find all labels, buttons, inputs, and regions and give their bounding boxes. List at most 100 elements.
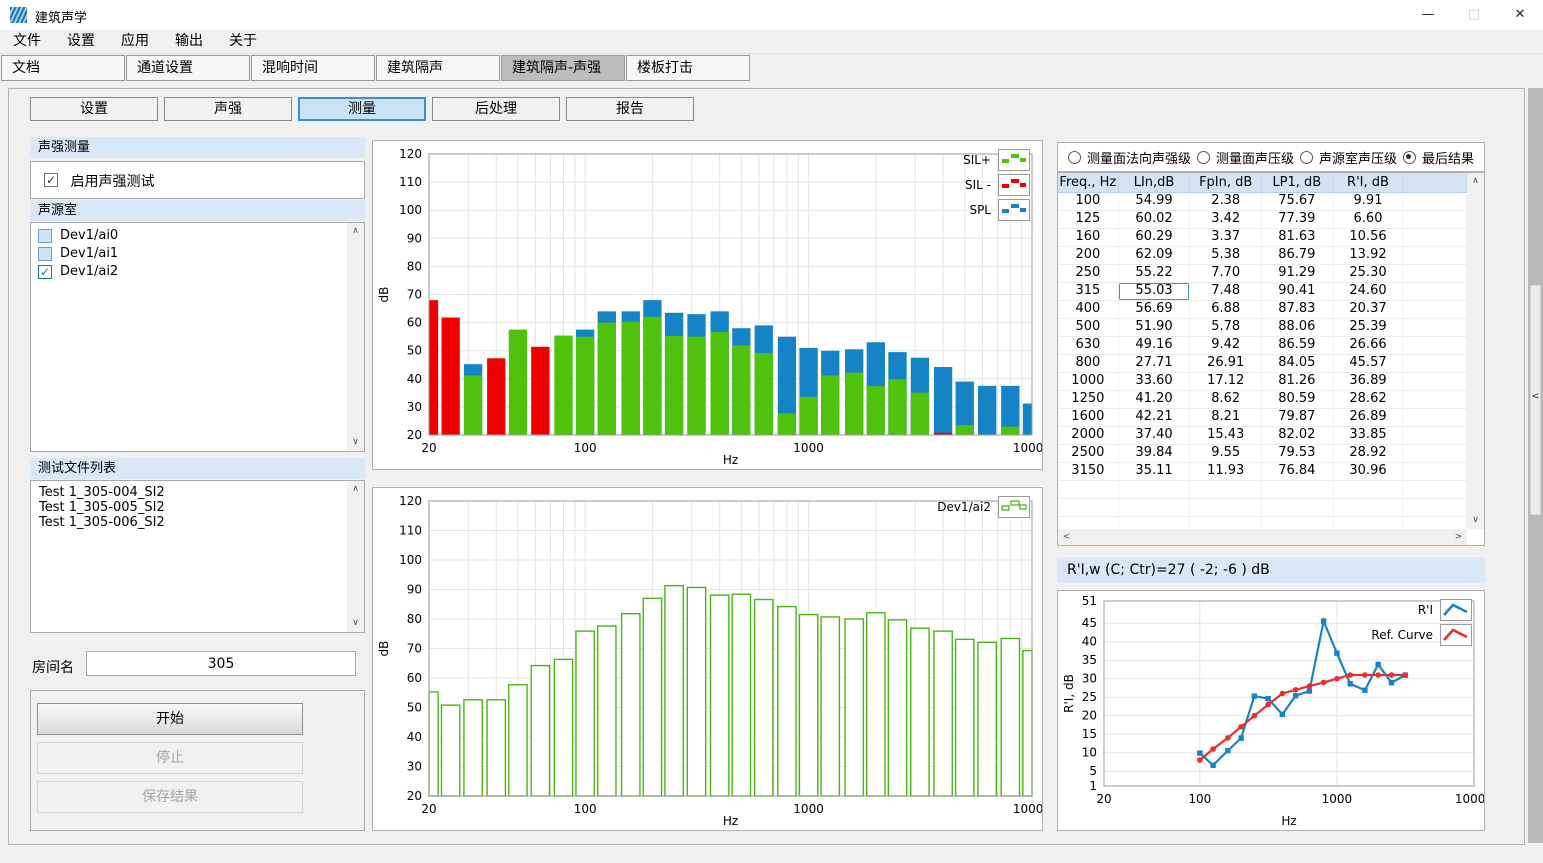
table-cell[interactable]: 3150 — [1058, 463, 1119, 480]
table-cell[interactable]: 42.21 — [1119, 409, 1191, 426]
enable-intensity-checkbox[interactable]: ✓ — [44, 173, 58, 187]
table-cell[interactable] — [1190, 499, 1262, 516]
table-cell[interactable] — [1404, 373, 1467, 390]
table-cell[interactable] — [1119, 517, 1191, 529]
table-cell[interactable]: 26.89 — [1333, 409, 1405, 426]
table-cell[interactable]: 90.41 — [1262, 283, 1333, 300]
radio-icon[interactable] — [1300, 151, 1313, 164]
table-cell[interactable] — [1119, 499, 1191, 516]
table-cell[interactable]: 87.83 — [1262, 301, 1333, 318]
scroll-up-icon[interactable]: ∧ — [1467, 173, 1484, 190]
save-results-button[interactable]: 保存结果 — [37, 781, 303, 813]
table-cell[interactable]: 60.02 — [1119, 211, 1191, 228]
table-cell[interactable] — [1190, 517, 1262, 529]
table-cell[interactable]: 37.40 — [1119, 427, 1191, 444]
right-splitter[interactable]: < — [1528, 88, 1543, 843]
table-cell[interactable]: 11.93 — [1190, 463, 1262, 480]
table-vertical-scrollbar[interactable]: ∧ ∨ — [1467, 173, 1484, 529]
table-cell[interactable]: 800 — [1058, 355, 1119, 372]
table-header-cell[interactable]: FpIn, dB — [1190, 173, 1262, 192]
table-cell[interactable]: 51.90 — [1119, 319, 1191, 336]
main-tab[interactable]: 建筑隔声-声强 — [501, 55, 625, 81]
table-cell[interactable] — [1333, 481, 1405, 498]
table-cell[interactable]: 33.85 — [1333, 427, 1405, 444]
table-cell[interactable]: 24.60 — [1333, 283, 1405, 300]
scroll-up-icon[interactable]: ∧ — [347, 223, 364, 240]
table-cell[interactable]: 62.09 — [1119, 247, 1191, 264]
table-row[interactable] — [1058, 481, 1467, 499]
table-cell[interactable]: 2.38 — [1190, 193, 1262, 210]
table-cell[interactable]: 25.30 — [1333, 265, 1405, 282]
table-row[interactable]: 25055.227.7091.2925.30 — [1058, 265, 1467, 283]
table-cell[interactable] — [1404, 301, 1467, 318]
table-cell[interactable]: 17.12 — [1190, 373, 1262, 390]
table-cell[interactable]: 30.96 — [1333, 463, 1405, 480]
sub-tab[interactable]: 设置 — [30, 97, 158, 121]
radio-option[interactable]: 最后结果 — [1403, 148, 1474, 167]
main-tab[interactable]: 通道设置 — [126, 55, 250, 81]
table-header-cell[interactable]: LIn,dB — [1119, 173, 1191, 192]
sub-tab[interactable]: 测量 — [298, 97, 426, 121]
scroll-down-icon[interactable]: ∨ — [347, 434, 364, 451]
table-cell[interactable]: 8.62 — [1190, 391, 1262, 408]
main-tab[interactable]: 楼板打击 — [626, 55, 750, 81]
table-cell[interactable]: 88.06 — [1262, 319, 1333, 336]
table-cell[interactable]: 33.60 — [1119, 373, 1191, 390]
table-cell[interactable]: 79.87 — [1262, 409, 1333, 426]
sub-tab[interactable]: 后处理 — [432, 97, 560, 121]
table-cell[interactable] — [1119, 481, 1191, 498]
table-cell[interactable] — [1404, 265, 1467, 282]
menu-item-输出[interactable]: 输出 — [162, 30, 216, 52]
table-row[interactable]: 63049.169.4286.5926.66 — [1058, 337, 1467, 355]
scroll-down-icon[interactable]: ∨ — [347, 615, 364, 632]
table-cell[interactable] — [1404, 391, 1467, 408]
table-cell[interactable]: 56.69 — [1119, 301, 1191, 318]
table-cell[interactable]: 82.02 — [1262, 427, 1333, 444]
table-cell[interactable] — [1404, 283, 1467, 300]
table-row[interactable]: 160042.218.2179.8726.89 — [1058, 409, 1467, 427]
table-cell[interactable]: 5.78 — [1190, 319, 1262, 336]
table-cell[interactable] — [1404, 247, 1467, 264]
radio-option[interactable]: 测量面法向声强级 — [1068, 148, 1191, 167]
table-cell[interactable] — [1262, 499, 1333, 516]
table-row[interactable]: 16060.293.3781.6310.56 — [1058, 229, 1467, 247]
table-row[interactable]: 250039.849.5579.5328.92 — [1058, 445, 1467, 463]
table-cell[interactable] — [1058, 481, 1119, 498]
table-cell[interactable] — [1404, 445, 1467, 462]
table-cell[interactable]: 80.59 — [1262, 391, 1333, 408]
table-cell[interactable]: 630 — [1058, 337, 1119, 354]
table-cell[interactable]: 2500 — [1058, 445, 1119, 462]
file-item[interactable]: Test 1_305-005_SI2 — [31, 500, 364, 515]
table-cell[interactable]: 315 — [1058, 283, 1119, 300]
table-header-cell[interactable]: R'I, dB — [1333, 173, 1405, 192]
table-cell[interactable]: 7.48 — [1190, 283, 1262, 300]
menu-item-设置[interactable]: 设置 — [54, 30, 108, 52]
table-cell[interactable] — [1262, 481, 1333, 498]
table-header-cell[interactable]: Freq., Hz — [1058, 173, 1119, 192]
channel-checkbox[interactable] — [38, 247, 52, 261]
table-cell[interactable] — [1404, 481, 1467, 498]
minimize-button[interactable]: — — [1405, 0, 1451, 30]
sub-tab[interactable]: 报告 — [566, 97, 694, 121]
table-cell[interactable]: 2000 — [1058, 427, 1119, 444]
table-cell[interactable] — [1058, 517, 1119, 529]
table-cell[interactable]: 39.84 — [1119, 445, 1191, 462]
table-cell[interactable] — [1404, 193, 1467, 210]
table-cell[interactable]: 28.62 — [1333, 391, 1405, 408]
table-row[interactable]: 80027.7126.9184.0545.57 — [1058, 355, 1467, 373]
table-cell[interactable] — [1404, 409, 1467, 426]
radio-icon[interactable] — [1197, 151, 1210, 164]
table-header-cell[interactable]: LP1, dB — [1262, 173, 1333, 192]
table-cell[interactable]: 81.63 — [1262, 229, 1333, 246]
table-cell[interactable]: 125 — [1058, 211, 1119, 228]
file-item[interactable]: Test 1_305-006_SI2 — [31, 515, 364, 530]
table-cell[interactable]: 27.71 — [1119, 355, 1191, 372]
table-horizontal-scrollbar[interactable]: < > — [1058, 529, 1467, 545]
table-cell[interactable] — [1404, 337, 1467, 354]
splitter-track[interactable]: < — [1530, 285, 1541, 515]
main-tab[interactable]: 文档 — [1, 55, 125, 81]
scroll-down-icon[interactable]: ∨ — [1467, 512, 1484, 529]
sub-tab[interactable]: 声强 — [164, 97, 292, 121]
stop-button[interactable]: 停止 — [37, 742, 303, 774]
channel-row[interactable]: ✓Dev1/ai2 — [31, 263, 364, 281]
